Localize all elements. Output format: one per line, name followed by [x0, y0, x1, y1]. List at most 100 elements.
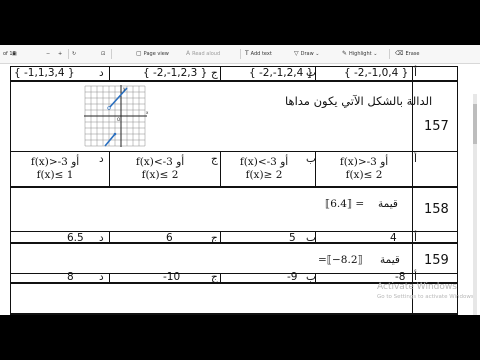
option-a-value: { -2,-1,0,4 } [344, 67, 409, 79]
activate-windows-subtext: Go to Settings to activate Windows. [377, 294, 476, 300]
option-b-value: -9 [287, 271, 298, 283]
page-view-icon: ▢ [136, 50, 142, 57]
rotate-icon[interactable]: ↻ [72, 51, 76, 57]
option-c-label: ج [211, 232, 218, 244]
add-text-button[interactable]: T Add text [245, 50, 272, 58]
highlight-button[interactable]: ✎ Highlight ⌄ [342, 50, 377, 58]
question-158-label: قيمة [378, 198, 398, 210]
option-c-label: ج [211, 153, 218, 165]
graph-open-endpoint [107, 106, 111, 110]
question-number-158: 158 [424, 202, 449, 217]
option-d-value: 8 [67, 271, 74, 283]
option-a-label: أ [414, 153, 417, 165]
table-rule [220, 274, 221, 283]
option-b-line-1: f(x)<-3 أو [239, 156, 289, 168]
zoom-out-icon[interactable]: − [46, 51, 50, 57]
option-b-label: ب [306, 232, 316, 244]
option-d-line-1: f(x)>-3 أو [30, 156, 80, 168]
highlight-label: Highlight [349, 51, 372, 57]
table-rule [109, 152, 110, 186]
table-rule [220, 232, 221, 243]
pdf-page: { -2,-1,0,4 } أ { -2,-1,2,4 } ب { -2,-1,… [10, 64, 476, 315]
page-view-button[interactable]: ▢ Page view [136, 50, 169, 58]
page-view-label: Page view [143, 51, 169, 57]
table-rule [109, 66, 110, 80]
question-159-label: قيمة [380, 254, 400, 266]
zoom-in-icon[interactable]: + [58, 51, 62, 57]
draw-label: Draw [300, 51, 314, 57]
video-frame: of 18 ▣ − + ↻ ⊡ ▢ Page view A Read aloud T… [0, 45, 480, 315]
table-rule [10, 151, 458, 152]
read-aloud-button[interactable]: A Read aloud [186, 50, 221, 58]
option-a-line-1: f(x)>-3 أو [339, 156, 389, 168]
option-a-value: f(x)>-3 أو f(x)≤ 2 [318, 156, 410, 182]
option-c-value: f(x)<-3 أو f(x)≤ 2 [112, 156, 208, 182]
option-c-label: ج [211, 67, 218, 79]
fit-page-icon[interactable]: ⊡ [101, 51, 105, 57]
toolbar-separator [68, 49, 69, 59]
add-text-icon: T [245, 50, 249, 57]
option-c-line-1: f(x)<-3 أو [135, 156, 185, 168]
option-c-line-2: f(x)≤ 2 [141, 169, 179, 181]
highlight-icon: ✎ [342, 50, 348, 57]
option-a-value: 4 [390, 232, 397, 244]
read-aloud-label: Read aloud [192, 51, 221, 57]
option-b-label: ب [306, 67, 316, 79]
question-158-expression: ⟦6.4⟧ = [325, 198, 365, 210]
option-c-value: 6 [166, 232, 173, 244]
option-c-value: { -2,-1,2,3 } [143, 67, 208, 79]
erase-label: Erase [405, 51, 420, 57]
draw-button[interactable]: ▽ Draw ⌄ [294, 50, 319, 58]
save-icon[interactable]: ▣ [12, 51, 17, 57]
erase-icon: ⌫ [395, 50, 404, 57]
table-rule [109, 232, 110, 243]
table-rule [109, 274, 110, 283]
add-text-label: Add text [250, 51, 272, 57]
toolbar-separator [240, 49, 241, 59]
option-d-label: د [99, 232, 104, 244]
origin-label: O [117, 117, 120, 122]
function-graph: y x O [84, 85, 149, 147]
table-rule [220, 152, 221, 186]
option-a-line-2: f(x)≤ 2 [345, 169, 383, 181]
option-d-label: د [99, 153, 104, 165]
option-c-label: ج [211, 271, 218, 283]
option-d-value: f(x)>-3 أو f(x)≤ 1 [13, 156, 97, 182]
graph-closed-endpoint [113, 132, 117, 136]
question-159-expression: =⟦−8.2⟧ [318, 254, 363, 266]
table-rule [457, 66, 458, 315]
question-157-text: الدالة بالشكل الآتي يكون مداها [285, 94, 433, 108]
option-d-line-2: f(x)≤ 1 [36, 169, 74, 181]
option-d-value: 6.5 [67, 232, 84, 244]
table-rule [10, 313, 458, 315]
pdf-document-area[interactable]: { -2,-1,0,4 } أ { -2,-1,2,4 } ب { -2,-1,… [0, 64, 480, 315]
option-a-label: أ [414, 67, 417, 79]
read-aloud-icon: A [186, 50, 191, 57]
option-d-value: { -1,1,3,4 } [14, 67, 75, 79]
option-b-value: f(x)<-3 أو f(x)≥ 2 [222, 156, 306, 182]
table-rule [220, 66, 221, 80]
scrollbar-thumb[interactable] [473, 104, 477, 144]
table-rule [10, 66, 11, 315]
option-b-label: ب [306, 271, 316, 283]
option-d-label: د [99, 271, 104, 283]
option-c-value: -10 [163, 271, 181, 283]
option-b-value: 5 [289, 232, 296, 244]
table-rule [10, 80, 458, 82]
pdf-toolbar: of 18 ▣ − + ↻ ⊡ ▢ Page view A Read aloud T… [0, 45, 480, 64]
option-b-label: ب [306, 153, 316, 165]
table-rule [10, 273, 458, 274]
draw-icon: ▽ [294, 50, 299, 57]
question-number-157: 157 [424, 119, 449, 134]
option-b-line-2: f(x)≥ 2 [245, 169, 283, 181]
option-d-label: د [99, 67, 104, 79]
activate-windows-watermark: Activate Windows [377, 282, 457, 292]
toolbar-separator [389, 49, 390, 59]
question-number-159: 159 [424, 253, 449, 268]
table-rule [10, 186, 458, 188]
option-a-label: أ [414, 232, 417, 244]
toolbar-separator [111, 49, 112, 59]
x-axis-label: x [146, 110, 149, 115]
erase-button[interactable]: ⌫ Erase [395, 50, 420, 58]
option-b-value: { -2,-1,2,4 } [249, 67, 314, 79]
